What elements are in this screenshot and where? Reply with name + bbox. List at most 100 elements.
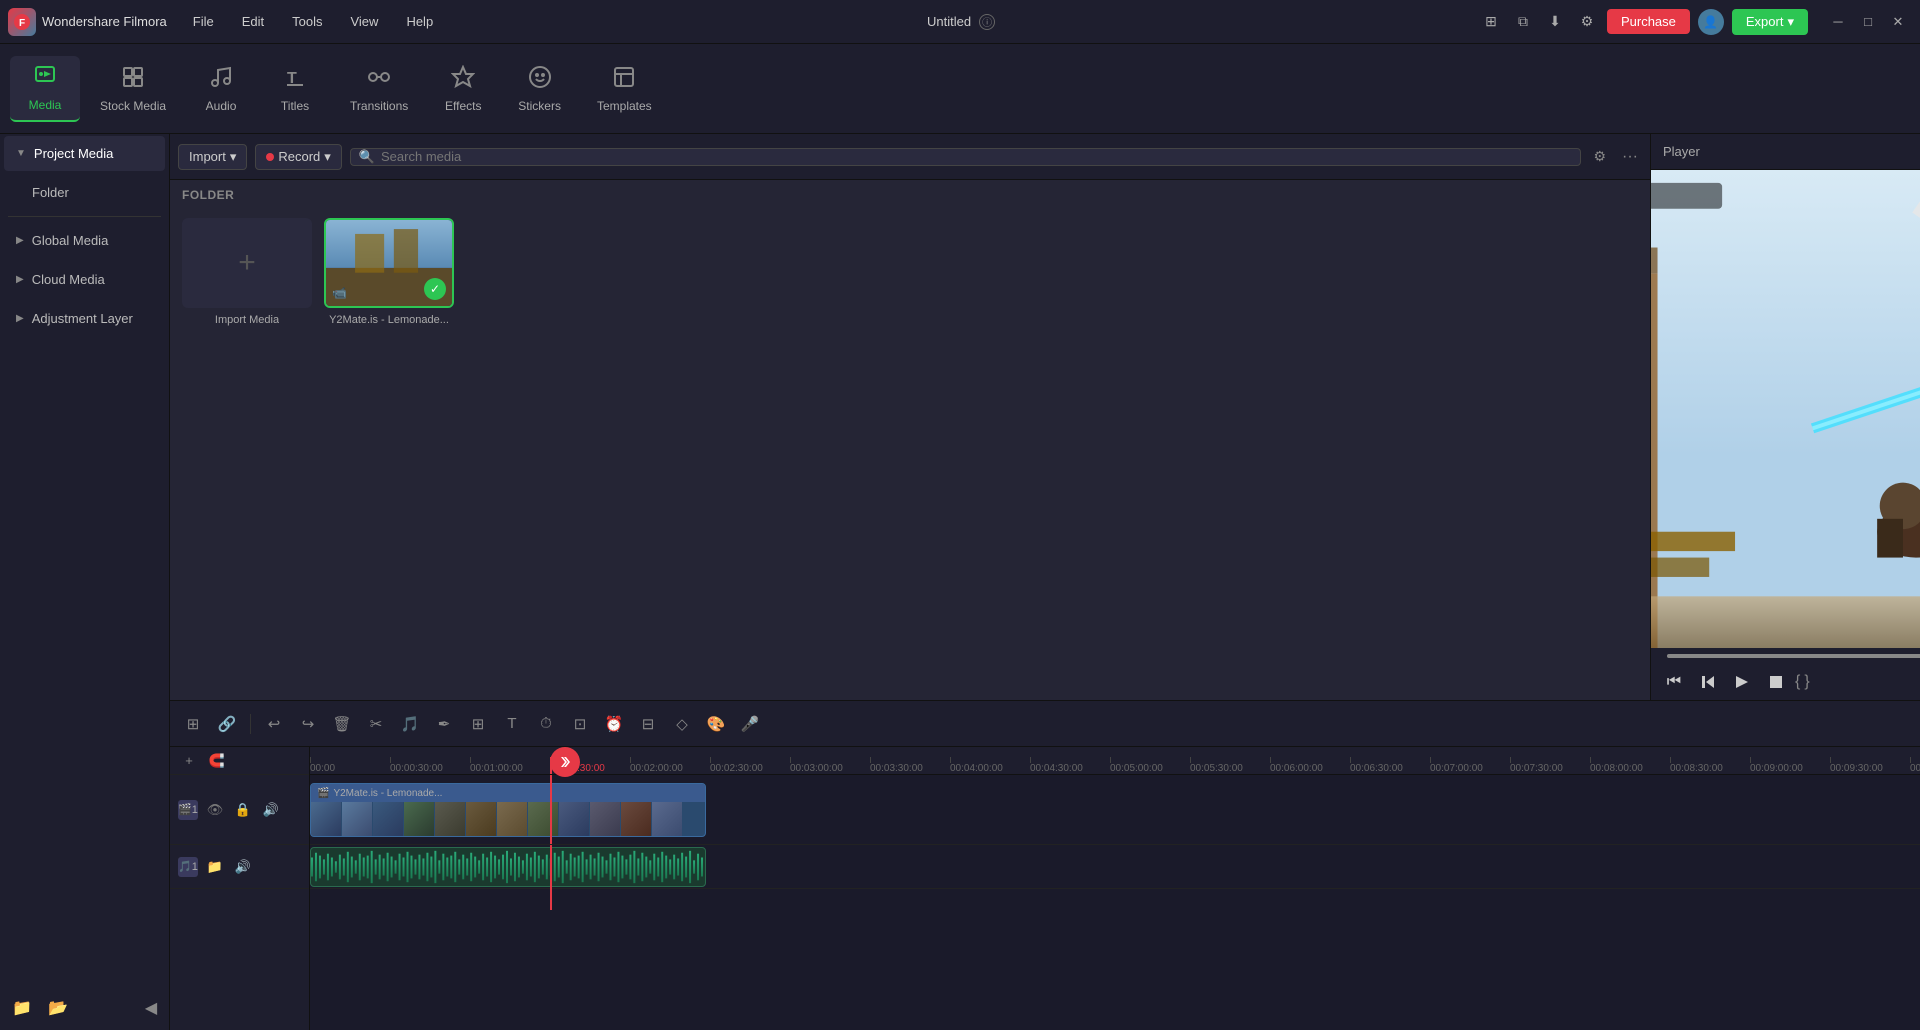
prev-frame-button[interactable]: ⏮	[1659, 667, 1689, 697]
color-button[interactable]: 🎨	[701, 709, 731, 739]
ruler-mark-5: 00:02:30:00	[710, 757, 790, 774]
timeline-toolbar: ⊞ 🔗 ↩ ↪ 🗑 ✂ 🎵 ✒ ⊞ T ⏱ ⊡ ⏰ ⊟ ◇ 🎨 🎤 ✨	[170, 701, 1920, 747]
stickers-icon	[528, 65, 552, 95]
close-button[interactable]: ✕	[1884, 8, 1912, 36]
player-progress-section	[1651, 648, 1920, 664]
video-type-icon: 📹	[332, 286, 347, 300]
video-media-thumb[interactable]: 📹 ✓	[324, 218, 454, 308]
window-icon-3[interactable]: ⬇	[1543, 10, 1567, 34]
window-controls: ─ □ ✕	[1824, 8, 1912, 36]
sidebar-item-folder[interactable]: Folder	[4, 175, 165, 210]
import-button[interactable]: Import ▾	[178, 144, 247, 170]
sidebar-item-project-media[interactable]: ▼ Project Media	[4, 136, 165, 171]
menu-view[interactable]: View	[340, 10, 388, 33]
play-button[interactable]	[1727, 667, 1757, 697]
list-item[interactable]: + Import Media	[182, 218, 312, 692]
sidebar-item-adjustment-layer[interactable]: ▶ Adjustment Layer	[4, 301, 165, 336]
toolbar-item-effects[interactable]: Effects	[428, 57, 498, 121]
pen-tool-button[interactable]: ✒	[429, 709, 459, 739]
progress-bar[interactable]	[1667, 654, 1920, 658]
menu-tools[interactable]: Tools	[282, 10, 332, 33]
redo-button[interactable]: ↪	[293, 709, 323, 739]
toolbar-item-templates[interactable]: Templates	[581, 57, 668, 121]
record-button[interactable]: Record ▾	[255, 144, 341, 170]
list-item[interactable]: 📹 ✓ Y2Mate.is - Lemonade...	[324, 218, 454, 692]
toolbar-item-stock-media[interactable]: Stock Media	[84, 57, 182, 121]
window-icon-4[interactable]: ⚙	[1575, 10, 1599, 34]
cut-button[interactable]: ✂	[361, 709, 391, 739]
out-point-bracket[interactable]: }	[1804, 673, 1809, 691]
magnet-button[interactable]: 🧲	[206, 750, 228, 772]
text-button[interactable]: T	[497, 709, 527, 739]
record-dot	[266, 153, 274, 161]
video-track-row: 🎬 Y2Mate.is - Lemonade...	[310, 775, 1920, 845]
ruler-mark-0: 00:00	[310, 757, 390, 774]
info-icon[interactable]: ⓘ	[979, 14, 995, 30]
audio-clip[interactable]	[310, 847, 706, 887]
menu-help[interactable]: Help	[396, 10, 443, 33]
window-icon-1[interactable]: ⊞	[1479, 10, 1503, 34]
collapse-sidebar-button[interactable]: ◀	[141, 998, 161, 1018]
user-avatar[interactable]: 👤	[1698, 9, 1724, 35]
toolbar-item-media[interactable]: Media	[10, 56, 80, 122]
import-media-thumb[interactable]: +	[182, 218, 312, 308]
filter-icon[interactable]: ⚙	[1589, 144, 1610, 169]
crop-button[interactable]: ⊞	[463, 709, 493, 739]
playhead-marker	[550, 747, 580, 777]
transform-button[interactable]: ⊡	[565, 709, 595, 739]
stop-button[interactable]	[1761, 667, 1791, 697]
export-button[interactable]: Export ▾	[1732, 9, 1808, 35]
stock-media-label: Stock Media	[100, 99, 166, 113]
video-clip[interactable]: 🎬 Y2Mate.is - Lemonade...	[310, 783, 706, 837]
content-area: ▼ Project Media Folder ▶ Global Media ▶ …	[0, 134, 1920, 1030]
timeline-area: ⊞ 🔗 ↩ ↪ 🗑 ✂ 🎵 ✒ ⊞ T ⏱ ⊡ ⏰ ⊟ ◇ 🎨 🎤 ✨	[170, 700, 1920, 1030]
video-track-lock[interactable]: 🔒	[232, 799, 254, 821]
menu-file[interactable]: File	[183, 10, 224, 33]
delete-button[interactable]: 🗑	[327, 709, 357, 739]
minimize-button[interactable]: ─	[1824, 8, 1852, 36]
toolbar-item-transitions[interactable]: Transitions	[334, 57, 424, 121]
ruler-mark-1: 00:00:30:00	[390, 757, 470, 774]
player-panel: Player 🖼	[1650, 134, 1920, 700]
timeline-settings-button[interactable]: ⊞	[178, 709, 208, 739]
titles-icon: T	[283, 65, 307, 95]
expand-button[interactable]: ⊟	[633, 709, 663, 739]
audio-button[interactable]: 🎵	[395, 709, 425, 739]
track-controls: + 🧲 🎬1 👁 🔒 🔊 🎵1 📁 🔊	[170, 747, 310, 1030]
menu-edit[interactable]: Edit	[232, 10, 274, 33]
voice-button[interactable]: 🎤	[735, 709, 765, 739]
audio-track-volume[interactable]: 🔊	[232, 856, 254, 878]
effects-label: Effects	[445, 99, 481, 113]
mask-button[interactable]: ◇	[667, 709, 697, 739]
toolbar-item-titles[interactable]: T Titles	[260, 57, 330, 121]
video-track-volume[interactable]: 🔊	[260, 799, 282, 821]
new-project-button[interactable]: 📁	[8, 994, 36, 1022]
titlebar-center: Untitled ⓘ	[451, 14, 1471, 30]
frame-thumb	[652, 802, 682, 837]
add-track-button[interactable]: +	[178, 750, 200, 772]
maximize-button[interactable]: □	[1854, 8, 1882, 36]
search-input[interactable]	[381, 149, 1572, 164]
play-backward-button[interactable]	[1693, 667, 1723, 697]
toolbar-item-audio[interactable]: Audio	[186, 57, 256, 121]
window-icon-2[interactable]: ⧉	[1511, 10, 1535, 34]
video-track-eye[interactable]: 👁	[204, 799, 226, 821]
more-options-icon[interactable]: ···	[1618, 144, 1642, 170]
toolbar-item-stickers[interactable]: Stickers	[502, 57, 577, 121]
audio-track-folder[interactable]: 📁	[204, 856, 226, 878]
add-folder-button[interactable]: 📂	[44, 994, 72, 1022]
templates-icon	[612, 65, 636, 95]
in-point-bracket[interactable]: {	[1795, 673, 1800, 691]
timeline-link-button[interactable]: 🔗	[212, 709, 242, 739]
templates-label: Templates	[597, 99, 652, 113]
timer-button[interactable]: ⏰	[599, 709, 629, 739]
sidebar-item-cloud-media[interactable]: ▶ Cloud Media	[4, 262, 165, 297]
sidebar-item-global-media[interactable]: ▶ Global Media	[4, 223, 165, 258]
import-dropdown-icon: ▾	[230, 149, 237, 165]
audio-label: Audio	[206, 99, 237, 113]
purchase-button[interactable]: Purchase	[1607, 9, 1690, 34]
undo-button[interactable]: ↩	[259, 709, 289, 739]
audio-icon	[209, 65, 233, 95]
speed-button[interactable]: ⏱	[531, 709, 561, 739]
player-video: gopro56511 88 / 150	[1651, 170, 1920, 648]
